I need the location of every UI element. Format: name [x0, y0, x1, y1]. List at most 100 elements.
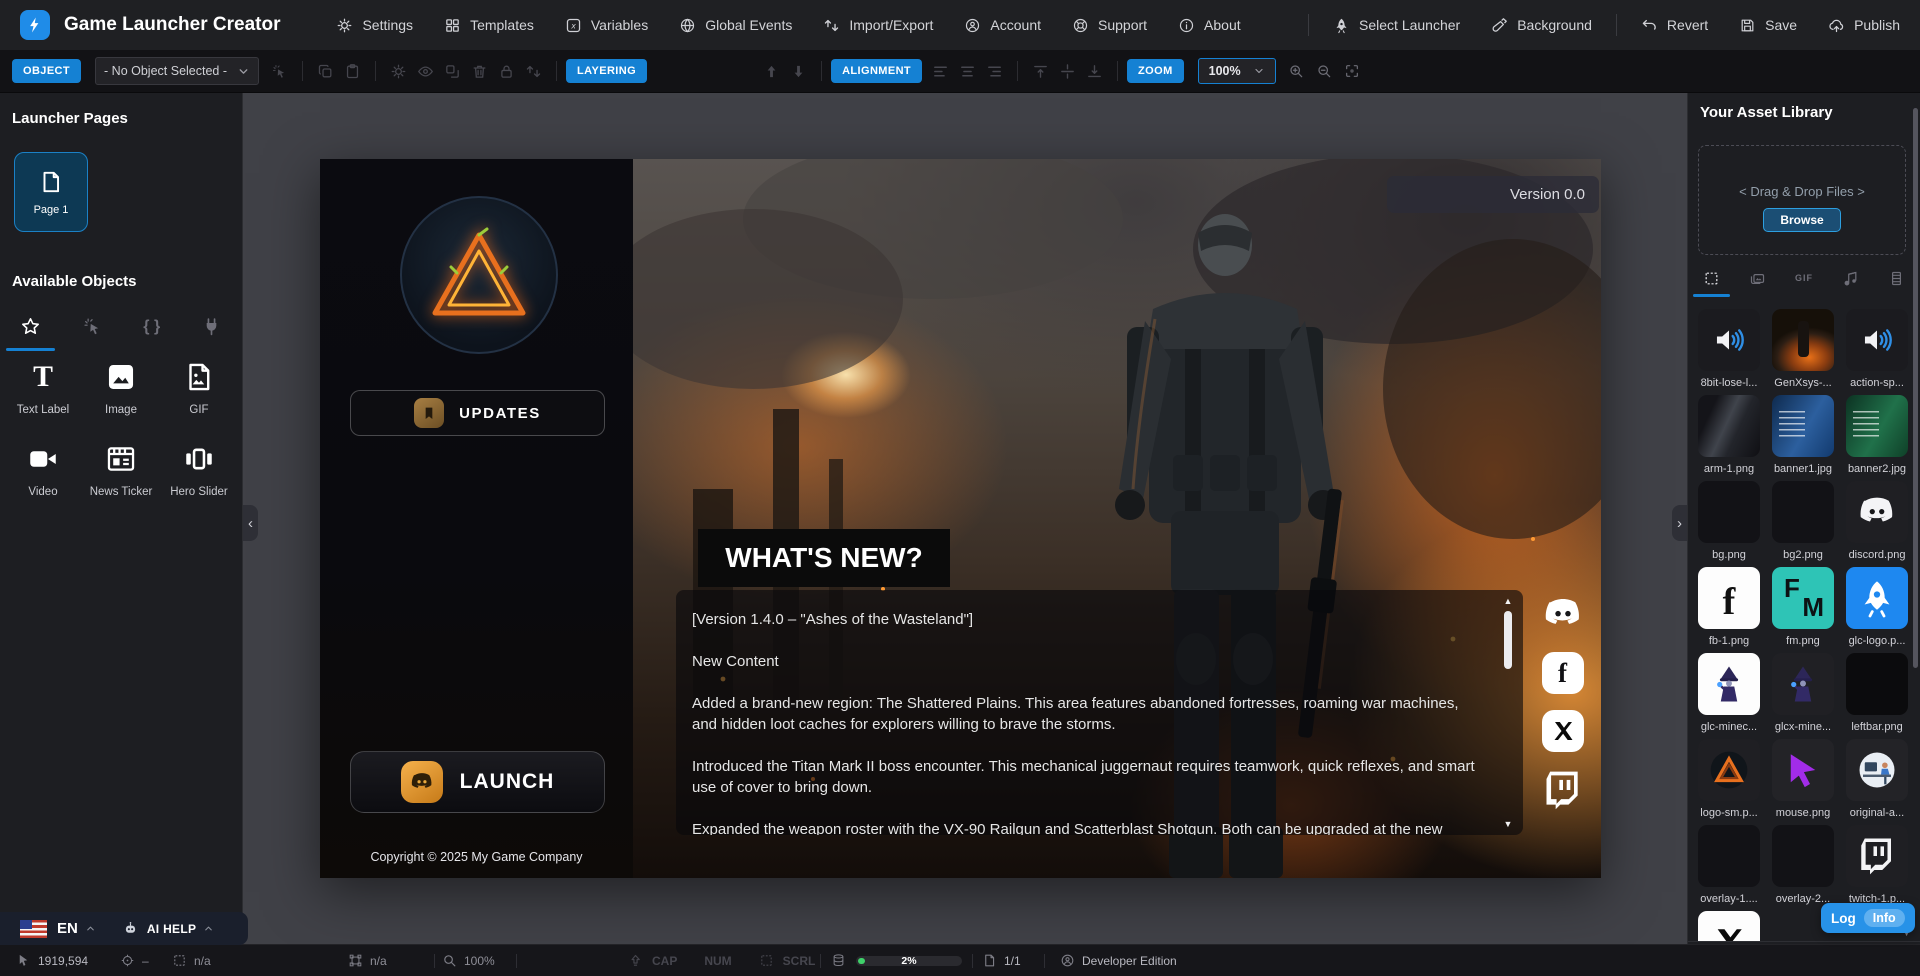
asset-thumbnail-dark[interactable] — [1698, 481, 1760, 543]
object-settings-icon[interactable] — [390, 63, 407, 80]
scroll-down-icon[interactable]: ▼ — [1504, 819, 1513, 829]
asset-item[interactable]: ffb-1.png — [1694, 567, 1764, 653]
facebook-icon[interactable]: f — [1542, 652, 1584, 694]
asset-thumbnail-discord[interactable] — [1846, 481, 1908, 543]
menu-item-about[interactable]: About — [1178, 17, 1241, 34]
asset-item[interactable]: glc-minec... — [1694, 653, 1764, 739]
language-selector[interactable]: EN — [57, 920, 78, 937]
align-right-icon[interactable] — [986, 63, 1003, 80]
asset-item[interactable]: bg.png — [1694, 481, 1764, 567]
collapse-left-sidebar-handle[interactable]: ‹ — [243, 505, 258, 541]
layer-up-icon[interactable] — [763, 63, 780, 80]
asset-thumbnail-dark[interactable] — [1772, 825, 1834, 887]
asset-thumbnail-banner-green[interactable] — [1846, 395, 1908, 457]
log-info-button[interactable]: Log Info — [1821, 903, 1915, 933]
object-text-label[interactable]: Text Label — [4, 360, 82, 418]
asset-item[interactable]: glcx-mine... — [1768, 653, 1838, 739]
asset-item[interactable]: banner1.jpg — [1768, 395, 1838, 481]
zoom-fit-icon[interactable] — [1344, 63, 1360, 79]
asset-item[interactable]: banner2.jpg — [1842, 395, 1912, 481]
asset-item[interactable]: twitch-1.p... — [1842, 825, 1912, 911]
tab-files[interactable] — [1884, 270, 1909, 297]
menu-item-select-launcher[interactable]: Select Launcher — [1333, 17, 1460, 34]
launcher-preview-canvas[interactable]: UPDATES LAUNCH Copyright © 2025 My Game … — [320, 159, 1601, 878]
asset-scrollbar-thumb[interactable] — [1913, 108, 1918, 668]
asset-thumbnail-dark[interactable] — [1698, 825, 1760, 887]
tab-images[interactable] — [1745, 270, 1770, 297]
menu-item-save[interactable]: Save — [1739, 17, 1797, 34]
asset-thumbnail-audio[interactable] — [1846, 309, 1908, 371]
asset-thumbnail-facebook[interactable]: f — [1698, 567, 1760, 629]
zoom-level-dropdown[interactable]: 100% — [1198, 58, 1276, 84]
asset-thumbnail-wizard-white[interactable] — [1698, 653, 1760, 715]
info-pill[interactable]: Info — [1864, 909, 1905, 927]
page-card-page1[interactable]: Page 1 — [14, 152, 88, 232]
discord-icon[interactable] — [1540, 592, 1586, 636]
object-selector-dropdown[interactable]: - No Object Selected - — [95, 57, 259, 85]
asset-thumbnail-fm[interactable]: FM — [1772, 567, 1834, 629]
asset-thumbnail-gun[interactable] — [1698, 395, 1760, 457]
asset-thumbnail-black[interactable] — [1846, 653, 1908, 715]
object-video[interactable]: Video — [4, 442, 82, 500]
alignment-button[interactable]: ALIGNMENT — [831, 59, 922, 83]
browse-button[interactable]: Browse — [1763, 208, 1840, 232]
twitch-icon[interactable] — [1540, 768, 1586, 812]
align-bottom-icon[interactable] — [1086, 63, 1103, 80]
align-center-icon[interactable] — [959, 63, 976, 80]
asset-item[interactable]: glc-logo.p... — [1842, 567, 1912, 653]
smart-select-icon[interactable] — [271, 63, 288, 80]
menu-item-account[interactable]: Account — [964, 17, 1041, 34]
tab-plugins[interactable] — [195, 312, 228, 351]
align-top-icon[interactable] — [1032, 63, 1049, 80]
visibility-icon[interactable] — [417, 63, 434, 80]
menu-item-background[interactable]: Background — [1491, 17, 1592, 34]
menu-item-revert[interactable]: Revert — [1641, 17, 1708, 34]
align-middle-icon[interactable] — [1059, 63, 1076, 80]
asset-thumbnail-xlogo[interactable] — [1698, 911, 1760, 941]
scrollbar-thumb[interactable] — [1504, 611, 1512, 669]
layering-button[interactable]: LAYERING — [566, 59, 647, 83]
asset-thumbnail-illustration[interactable] — [1846, 739, 1908, 801]
asset-thumbnail-twitch[interactable] — [1846, 825, 1908, 887]
asset-item[interactable]: mouse.png — [1768, 739, 1838, 825]
object-image[interactable]: Image — [82, 360, 160, 418]
asset-item[interactable]: overlay-1.... — [1694, 825, 1764, 911]
lock-icon[interactable] — [498, 63, 515, 80]
ai-help-button[interactable]: AI HELP — [147, 922, 196, 936]
asset-item[interactable]: original-a... — [1842, 739, 1912, 825]
tab-favorites[interactable] — [14, 312, 47, 351]
zoom-button[interactable]: ZOOM — [1127, 59, 1184, 83]
menu-item-variables[interactable]: Variables — [565, 17, 648, 34]
patch-notes-scrollbar[interactable]: ▲ ▼ — [1502, 596, 1514, 829]
asset-item[interactable]: leftbar.png — [1842, 653, 1912, 739]
copy-icon[interactable] — [317, 63, 334, 80]
zoom-out-icon[interactable] — [1316, 63, 1332, 79]
tab-all-assets[interactable] — [1699, 270, 1724, 297]
asset-item[interactable]: FMfm.png — [1768, 567, 1838, 653]
object-hero-slider[interactable]: Hero Slider — [160, 442, 238, 500]
tab-gifs[interactable]: GIF — [1791, 268, 1817, 297]
delete-icon[interactable] — [471, 63, 488, 80]
patch-notes-panel[interactable]: [Version 1.4.0 – "Ashes of the Wasteland… — [676, 590, 1523, 835]
asset-item[interactable]: action-sp... — [1842, 309, 1912, 395]
asset-thumbnail-rocket[interactable] — [1846, 567, 1908, 629]
zoom-in-icon[interactable] — [1288, 63, 1304, 79]
asset-item[interactable]: bg2.png — [1768, 481, 1838, 567]
launch-button[interactable]: LAUNCH — [350, 751, 605, 813]
tab-code[interactable]: { } — [137, 312, 166, 351]
asset-item[interactable]: 8bit-lose-l... — [1694, 309, 1764, 395]
tab-audio[interactable] — [1838, 270, 1863, 297]
scroll-up-icon[interactable]: ▲ — [1504, 596, 1513, 606]
object-news-ticker[interactable]: News Ticker — [82, 442, 160, 500]
asset-item[interactable] — [1694, 911, 1764, 941]
x-twitter-icon[interactable] — [1542, 710, 1584, 752]
align-left-icon[interactable] — [932, 63, 949, 80]
asset-item[interactable]: logo-sm.p... — [1694, 739, 1764, 825]
collapse-right-sidebar-handle[interactable]: › — [1672, 505, 1687, 541]
duplicate-icon[interactable] — [444, 63, 461, 80]
tab-interactive[interactable] — [76, 312, 109, 351]
object-button[interactable]: OBJECT — [12, 59, 81, 83]
asset-thumbnail-flame-logo[interactable] — [1698, 739, 1760, 801]
asset-thumbnail-audio[interactable] — [1698, 309, 1760, 371]
asset-thumbnail-soldier[interactable] — [1772, 309, 1834, 371]
